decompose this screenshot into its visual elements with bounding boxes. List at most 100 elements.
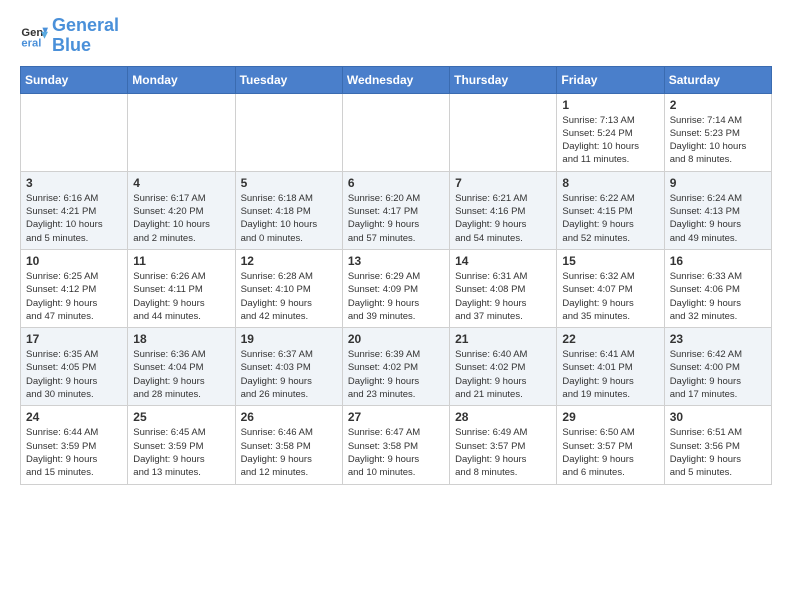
day-number: 23 — [670, 332, 766, 346]
day-number: 8 — [562, 176, 658, 190]
day-info: Sunrise: 6:31 AM Sunset: 4:08 PM Dayligh… — [455, 270, 551, 323]
calendar-cell — [235, 93, 342, 171]
calendar-cell: 2 Sunrise: 7:14 AM Sunset: 5:23 PM Daylig… — [664, 93, 771, 171]
calendar-cell: 27 Sunrise: 6:47 AM Sunset: 3:58 PM Dayli… — [342, 406, 449, 484]
day-info: Sunrise: 6:37 AM Sunset: 4:03 PM Dayligh… — [241, 348, 337, 401]
calendar-cell: 8Sunrise: 6:22 AM Sunset: 4:15 PM Daylig… — [557, 171, 664, 249]
calendar-cell: 19 Sunrise: 6:37 AM Sunset: 4:03 PM Dayli… — [235, 328, 342, 406]
day-info: Sunrise: 6:29 AM Sunset: 4:09 PM Dayligh… — [348, 270, 444, 323]
calendar-table: SundayMondayTuesdayWednesdayThursdayFrid… — [20, 66, 772, 485]
day-number: 7 — [455, 176, 551, 190]
day-info: Sunrise: 6:49 AM Sunset: 3:57 PM Dayligh… — [455, 426, 551, 479]
day-number: 18 — [133, 332, 229, 346]
day-info: Sunrise: 6:51 AM Sunset: 3:56 PM Dayligh… — [670, 426, 766, 479]
calendar-cell: 17 Sunrise: 6:35 AM Sunset: 4:05 PM Dayli… — [21, 328, 128, 406]
calendar-cell: 10 Sunrise: 6:25 AM Sunset: 4:12 PM Dayli… — [21, 249, 128, 327]
day-number: 9 — [670, 176, 766, 190]
day-header-wednesday: Wednesday — [342, 66, 449, 93]
calendar-cell: 13 Sunrise: 6:29 AM Sunset: 4:09 PM Dayli… — [342, 249, 449, 327]
calendar-cell: 29 Sunrise: 6:50 AM Sunset: 3:57 PM Dayli… — [557, 406, 664, 484]
header: Gen eral General Blue — [20, 16, 772, 56]
day-header-saturday: Saturday — [664, 66, 771, 93]
logo-text: General Blue — [52, 16, 119, 56]
day-number: 13 — [348, 254, 444, 268]
day-info: Sunrise: 6:28 AM Sunset: 4:10 PM Dayligh… — [241, 270, 337, 323]
day-number: 5 — [241, 176, 337, 190]
day-number: 2 — [670, 98, 766, 112]
week-row-4: 17 Sunrise: 6:35 AM Sunset: 4:05 PM Dayli… — [21, 328, 772, 406]
week-row-3: 10 Sunrise: 6:25 AM Sunset: 4:12 PM Dayli… — [21, 249, 772, 327]
calendar-cell: 4 Sunrise: 6:17 AM Sunset: 4:20 PM Daylig… — [128, 171, 235, 249]
day-number: 15 — [562, 254, 658, 268]
calendar-cell: 14Sunrise: 6:31 AM Sunset: 4:08 PM Dayli… — [450, 249, 557, 327]
day-info: Sunrise: 6:21 AM Sunset: 4:16 PM Dayligh… — [455, 192, 551, 245]
day-info: Sunrise: 6:24 AM Sunset: 4:13 PM Dayligh… — [670, 192, 766, 245]
day-number: 12 — [241, 254, 337, 268]
calendar-cell: 5 Sunrise: 6:18 AM Sunset: 4:18 PM Daylig… — [235, 171, 342, 249]
day-info: Sunrise: 6:39 AM Sunset: 4:02 PM Dayligh… — [348, 348, 444, 401]
day-number: 25 — [133, 410, 229, 424]
day-info: Sunrise: 6:50 AM Sunset: 3:57 PM Dayligh… — [562, 426, 658, 479]
calendar-cell — [21, 93, 128, 171]
svg-text:eral: eral — [21, 37, 41, 49]
day-number: 17 — [26, 332, 122, 346]
day-info: Sunrise: 7:14 AM Sunset: 5:23 PM Dayligh… — [670, 114, 766, 167]
day-number: 21 — [455, 332, 551, 346]
calendar-page: Gen eral General Blue SundayMondayTuesda… — [0, 0, 792, 501]
day-number: 1 — [562, 98, 658, 112]
day-number: 19 — [241, 332, 337, 346]
day-info: Sunrise: 6:35 AM Sunset: 4:05 PM Dayligh… — [26, 348, 122, 401]
day-info: Sunrise: 6:20 AM Sunset: 4:17 PM Dayligh… — [348, 192, 444, 245]
day-info: Sunrise: 6:36 AM Sunset: 4:04 PM Dayligh… — [133, 348, 229, 401]
calendar-cell: 21Sunrise: 6:40 AM Sunset: 4:02 PM Dayli… — [450, 328, 557, 406]
week-row-5: 24Sunrise: 6:44 AM Sunset: 3:59 PM Dayli… — [21, 406, 772, 484]
calendar-cell: 6 Sunrise: 6:20 AM Sunset: 4:17 PM Daylig… — [342, 171, 449, 249]
day-number: 20 — [348, 332, 444, 346]
calendar-cell: 15 Sunrise: 6:32 AM Sunset: 4:07 PM Dayli… — [557, 249, 664, 327]
day-header-sunday: Sunday — [21, 66, 128, 93]
calendar-cell: 11Sunrise: 6:26 AM Sunset: 4:11 PM Dayli… — [128, 249, 235, 327]
calendar-cell: 20 Sunrise: 6:39 AM Sunset: 4:02 PM Dayli… — [342, 328, 449, 406]
day-info: Sunrise: 6:42 AM Sunset: 4:00 PM Dayligh… — [670, 348, 766, 401]
day-info: Sunrise: 6:16 AM Sunset: 4:21 PM Dayligh… — [26, 192, 122, 245]
calendar-cell: 12 Sunrise: 6:28 AM Sunset: 4:10 PM Dayli… — [235, 249, 342, 327]
day-info: Sunrise: 6:26 AM Sunset: 4:11 PM Dayligh… — [133, 270, 229, 323]
day-number: 4 — [133, 176, 229, 190]
day-number: 29 — [562, 410, 658, 424]
day-number: 6 — [348, 176, 444, 190]
day-info: Sunrise: 6:25 AM Sunset: 4:12 PM Dayligh… — [26, 270, 122, 323]
day-header-thursday: Thursday — [450, 66, 557, 93]
day-number: 16 — [670, 254, 766, 268]
calendar-cell: 24Sunrise: 6:44 AM Sunset: 3:59 PM Dayli… — [21, 406, 128, 484]
day-number: 30 — [670, 410, 766, 424]
calendar-cell: 9 Sunrise: 6:24 AM Sunset: 4:13 PM Daylig… — [664, 171, 771, 249]
calendar-cell: 1 Sunrise: 7:13 AM Sunset: 5:24 PM Daylig… — [557, 93, 664, 171]
calendar-cell: 18 Sunrise: 6:36 AM Sunset: 4:04 PM Dayli… — [128, 328, 235, 406]
calendar-cell: 25 Sunrise: 6:45 AM Sunset: 3:59 PM Dayli… — [128, 406, 235, 484]
logo: Gen eral General Blue — [20, 16, 119, 56]
calendar-cell: 16Sunrise: 6:33 AM Sunset: 4:06 PM Dayli… — [664, 249, 771, 327]
calendar-cell: 23 Sunrise: 6:42 AM Sunset: 4:00 PM Dayli… — [664, 328, 771, 406]
week-row-2: 3Sunrise: 6:16 AM Sunset: 4:21 PM Daylig… — [21, 171, 772, 249]
calendar-cell: 7 Sunrise: 6:21 AM Sunset: 4:16 PM Daylig… — [450, 171, 557, 249]
calendar-cell — [342, 93, 449, 171]
calendar-cell: 28Sunrise: 6:49 AM Sunset: 3:57 PM Dayli… — [450, 406, 557, 484]
day-number: 26 — [241, 410, 337, 424]
day-info: Sunrise: 6:46 AM Sunset: 3:58 PM Dayligh… — [241, 426, 337, 479]
day-info: Sunrise: 6:32 AM Sunset: 4:07 PM Dayligh… — [562, 270, 658, 323]
day-info: Sunrise: 6:17 AM Sunset: 4:20 PM Dayligh… — [133, 192, 229, 245]
day-header-tuesday: Tuesday — [235, 66, 342, 93]
day-info: Sunrise: 6:18 AM Sunset: 4:18 PM Dayligh… — [241, 192, 337, 245]
day-header-monday: Monday — [128, 66, 235, 93]
day-info: Sunrise: 6:45 AM Sunset: 3:59 PM Dayligh… — [133, 426, 229, 479]
day-number: 27 — [348, 410, 444, 424]
day-number: 10 — [26, 254, 122, 268]
calendar-cell: 22Sunrise: 6:41 AM Sunset: 4:01 PM Dayli… — [557, 328, 664, 406]
calendar-cell: 30 Sunrise: 6:51 AM Sunset: 3:56 PM Dayli… — [664, 406, 771, 484]
day-info: Sunrise: 7:13 AM Sunset: 5:24 PM Dayligh… — [562, 114, 658, 167]
calendar-cell — [450, 93, 557, 171]
day-info: Sunrise: 6:47 AM Sunset: 3:58 PM Dayligh… — [348, 426, 444, 479]
day-info: Sunrise: 6:41 AM Sunset: 4:01 PM Dayligh… — [562, 348, 658, 401]
day-info: Sunrise: 6:44 AM Sunset: 3:59 PM Dayligh… — [26, 426, 122, 479]
header-row: SundayMondayTuesdayWednesdayThursdayFrid… — [21, 66, 772, 93]
